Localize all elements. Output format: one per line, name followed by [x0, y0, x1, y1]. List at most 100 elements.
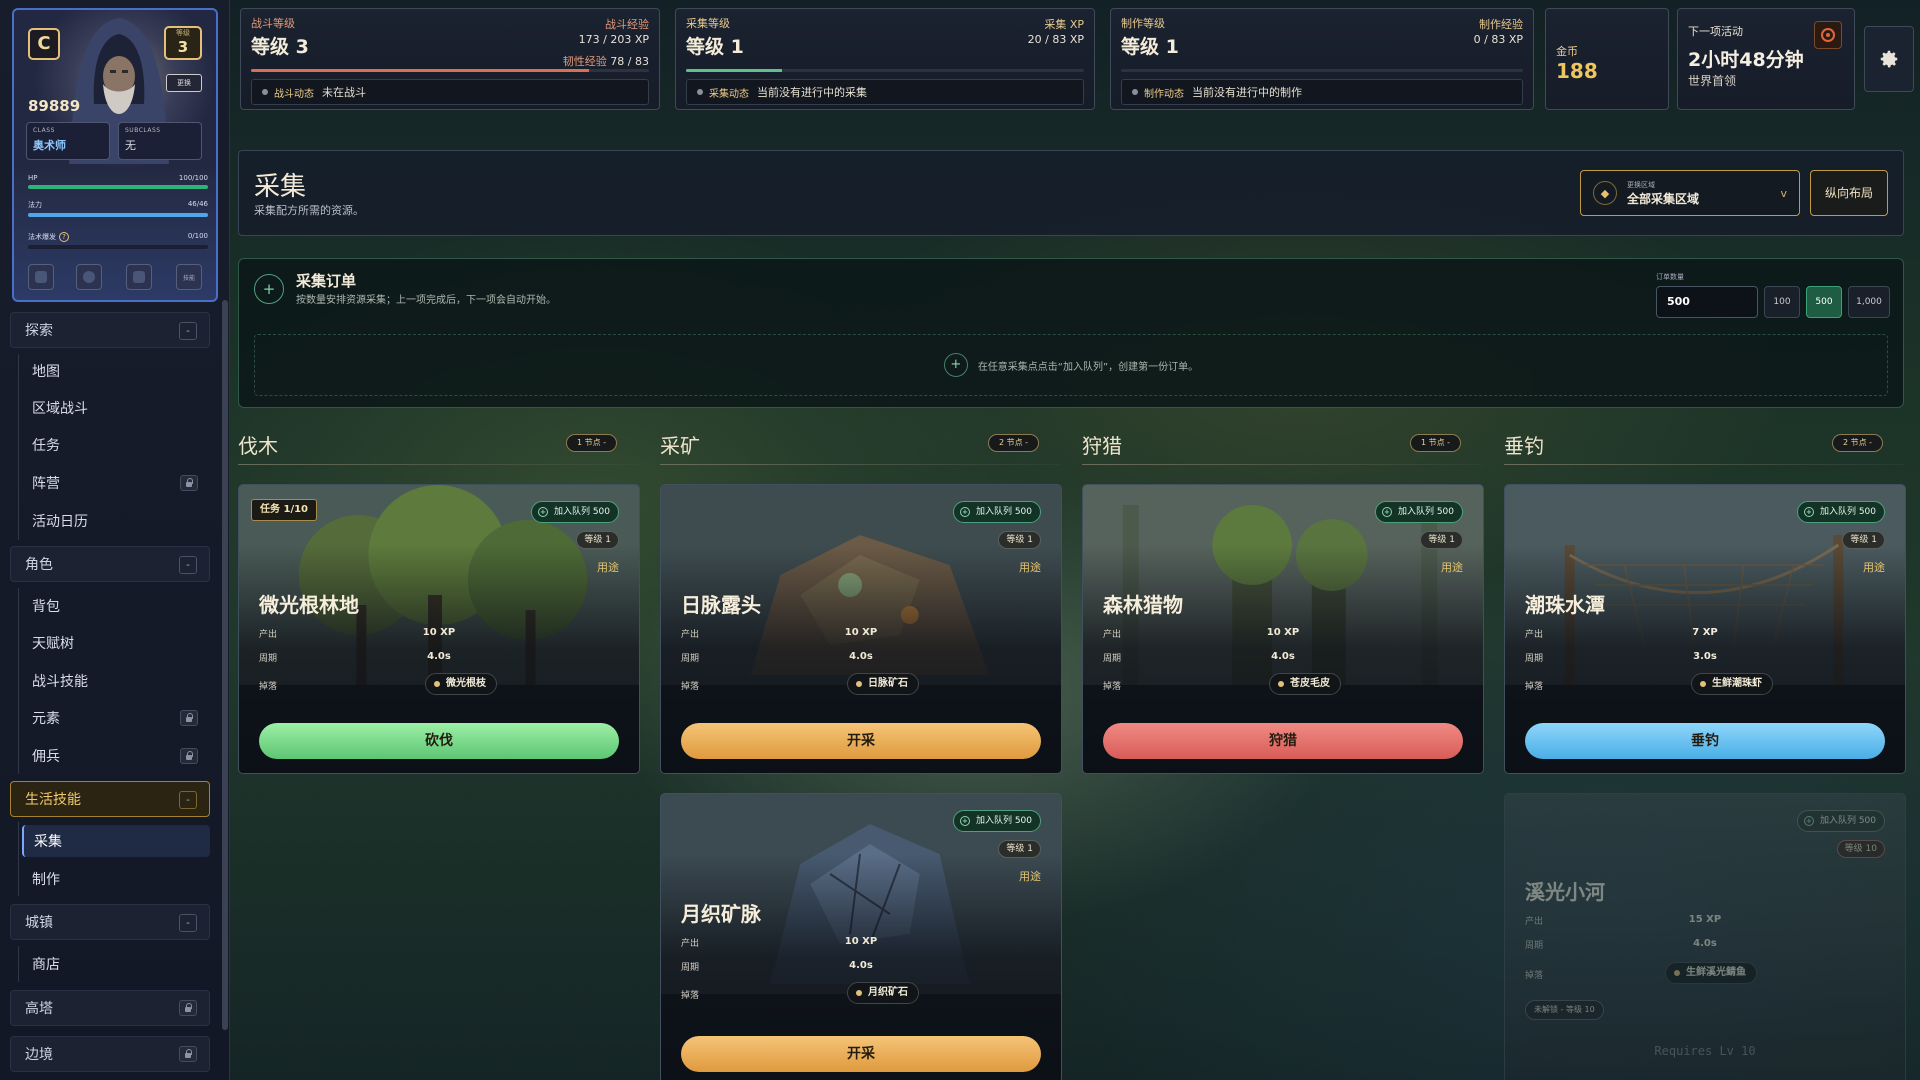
collapse-icon[interactable]: - — [179, 791, 197, 809]
qty-preset-500[interactable]: 500 — [1806, 286, 1842, 318]
nav-item-crafting[interactable]: 制作 — [22, 863, 210, 895]
nav-item-shop[interactable]: 商店 — [22, 948, 210, 980]
order-qty-label: 订单数量 — [1656, 273, 1684, 281]
nav-item-gathering[interactable]: 采集 — [22, 825, 210, 857]
node-count-pill[interactable]: 2 节点 - — [988, 434, 1040, 452]
nav-item-faction[interactable]: 阵营 — [22, 467, 210, 499]
gather-level-label: 采集等级 — [686, 17, 730, 30]
usage-link[interactable]: 用途 — [597, 559, 619, 575]
nav-item-label: 活动日历 — [32, 514, 88, 530]
hp-label: HP — [28, 174, 38, 182]
add-to-queue-button[interactable]: + 加入队列 500 — [952, 810, 1041, 832]
combat-status-key: 战斗动态 — [274, 88, 314, 100]
toughness-value: 78 / 83 — [610, 55, 649, 68]
nav-item-bag[interactable]: 背包 — [22, 590, 210, 622]
combat-status-text: 未在战斗 — [322, 86, 366, 99]
sidebar-scrollbar[interactable] — [222, 300, 228, 1030]
drop-item-pill[interactable]: 生鲜潮珠虾 — [1691, 673, 1773, 695]
qty-preset-1000[interactable]: 1,000 — [1848, 286, 1890, 318]
nav-item-label: 区域战斗 — [32, 401, 88, 417]
nav-item-event-calendar[interactable]: 活动日历 — [22, 505, 210, 537]
gold-value: 188 — [1556, 59, 1598, 83]
skill-slot-icon[interactable] — [126, 264, 152, 290]
usage-link[interactable]: 用途 — [1019, 559, 1041, 575]
level-number: 3 — [177, 38, 189, 56]
add-to-queue-button[interactable]: + 加入队列 500 — [952, 501, 1041, 523]
nav-section-town[interactable]: 城镇 - — [10, 904, 210, 940]
nav-section-label: 角色 — [25, 557, 53, 573]
drop-label: 掉落 — [259, 682, 278, 692]
vertical-layout-button[interactable]: 纵向布局 — [1810, 170, 1888, 216]
nav-section-explore[interactable]: 探索 - — [10, 312, 210, 348]
usage-link[interactable]: 用途 — [1863, 559, 1885, 575]
mine-button[interactable]: 开采 — [681, 723, 1041, 759]
lock-icon — [179, 1000, 197, 1016]
column-divider — [1082, 464, 1482, 465]
change-portrait-button[interactable]: 更换 — [166, 74, 202, 92]
nav-item-combat-skills[interactable]: 战斗技能 — [22, 665, 210, 697]
add-to-queue-button[interactable]: + 加入队列 500 — [1796, 501, 1885, 523]
help-icon[interactable]: ? — [59, 232, 69, 242]
lock-icon — [180, 710, 198, 726]
order-qty-input[interactable]: 500 — [1656, 286, 1758, 318]
node-count-pill[interactable]: 1 节点 - — [566, 434, 618, 452]
nav-section-character[interactable]: 角色 - — [10, 546, 210, 582]
chop-button[interactable]: 砍伐 — [259, 723, 619, 759]
plus-icon: + — [943, 353, 968, 377]
nav-section-life-skills[interactable]: 生活技能 - — [10, 781, 210, 817]
class-box: CLASS 奥术师 — [26, 122, 110, 160]
usage-link[interactable]: 用途 — [1019, 868, 1041, 884]
level-pill: 等级 1 — [998, 840, 1041, 858]
gold-label: 金币 — [1556, 45, 1578, 58]
nav-item-mercenaries[interactable]: 佣兵 — [22, 740, 210, 772]
output-value: 10 XP — [1266, 627, 1300, 638]
qty-preset-100[interactable]: 100 — [1764, 286, 1800, 318]
nav-item-talent-tree[interactable]: 天赋树 — [22, 627, 210, 659]
mine-button[interactable]: 开采 — [681, 1036, 1041, 1072]
skill-slot-icon[interactable] — [76, 264, 102, 290]
settings-button[interactable] — [1864, 26, 1914, 92]
nav-tree-line — [18, 588, 19, 774]
nav-item-zone-battle[interactable]: 区域战斗 — [22, 392, 210, 424]
mana-stat: 法力 46/46 — [28, 200, 208, 217]
add-to-queue-button[interactable]: + 加入队列 500 — [1374, 501, 1463, 523]
nav-section-tower[interactable]: 高塔 — [10, 990, 210, 1026]
drop-item-pill[interactable]: 苍皮毛皮 — [1269, 673, 1341, 695]
next-event-card[interactable]: 下一项活动 2小时48分钟 世界首领 — [1677, 8, 1855, 110]
drop-item-pill[interactable]: 日脉矿石 — [847, 673, 919, 695]
combat-level-label: 战斗等级 — [251, 17, 295, 30]
skill-slot-icon[interactable] — [28, 264, 54, 290]
nav-item-label: 阵营 — [32, 476, 60, 492]
drop-item-pill[interactable]: 月织矿石 — [847, 982, 919, 1004]
add-to-queue-button[interactable]: + 加入队列 500 — [530, 501, 619, 523]
drop-label: 掉落 — [681, 991, 700, 1001]
collapse-icon[interactable]: - — [179, 322, 197, 340]
output-row: 产出 10 XP — [1103, 627, 1463, 640]
node-count-pill[interactable]: 1 节点 - — [1410, 434, 1462, 452]
skill-slot-text[interactable]: 技能 — [176, 264, 202, 290]
collapse-icon[interactable]: - — [179, 914, 197, 932]
cycle-value: 4.0s — [1271, 651, 1295, 662]
node-name: 森林猎物 — [1103, 593, 1183, 617]
node-count-pill[interactable]: 2 节点 - — [1832, 434, 1884, 452]
output-value: 10 XP — [844, 936, 878, 947]
output-value: 10 XP — [422, 627, 456, 638]
region-select[interactable]: ◆ 更换区域 全部采集区域 v — [1580, 170, 1800, 216]
nav-item-map[interactable]: 地图 — [22, 355, 210, 387]
usage-link[interactable]: 用途 — [1441, 559, 1463, 575]
collapse-icon[interactable]: - — [179, 556, 197, 574]
fish-button[interactable]: 垂钓 — [1525, 723, 1885, 759]
task-badge[interactable]: 任务 1/10 — [251, 499, 318, 521]
nav-item-quests[interactable]: 任务 — [22, 429, 210, 461]
lock-icon — [180, 475, 198, 491]
output-row: 产出 15 XP — [1525, 914, 1885, 927]
hunt-button[interactable]: 狩猎 — [1103, 723, 1463, 759]
nav-tree-line — [18, 946, 19, 982]
plus-icon: + — [959, 816, 970, 826]
column-divider — [1504, 464, 1904, 465]
column-title-logging: 伐木 — [238, 434, 278, 458]
drop-item-pill[interactable]: 微光根枝 — [425, 673, 497, 695]
requires-level-button-disabled: Requires Lv 10 — [1525, 1034, 1885, 1068]
nav-item-elements[interactable]: 元素 — [22, 702, 210, 734]
nav-section-frontier[interactable]: 边境 — [10, 1036, 210, 1072]
